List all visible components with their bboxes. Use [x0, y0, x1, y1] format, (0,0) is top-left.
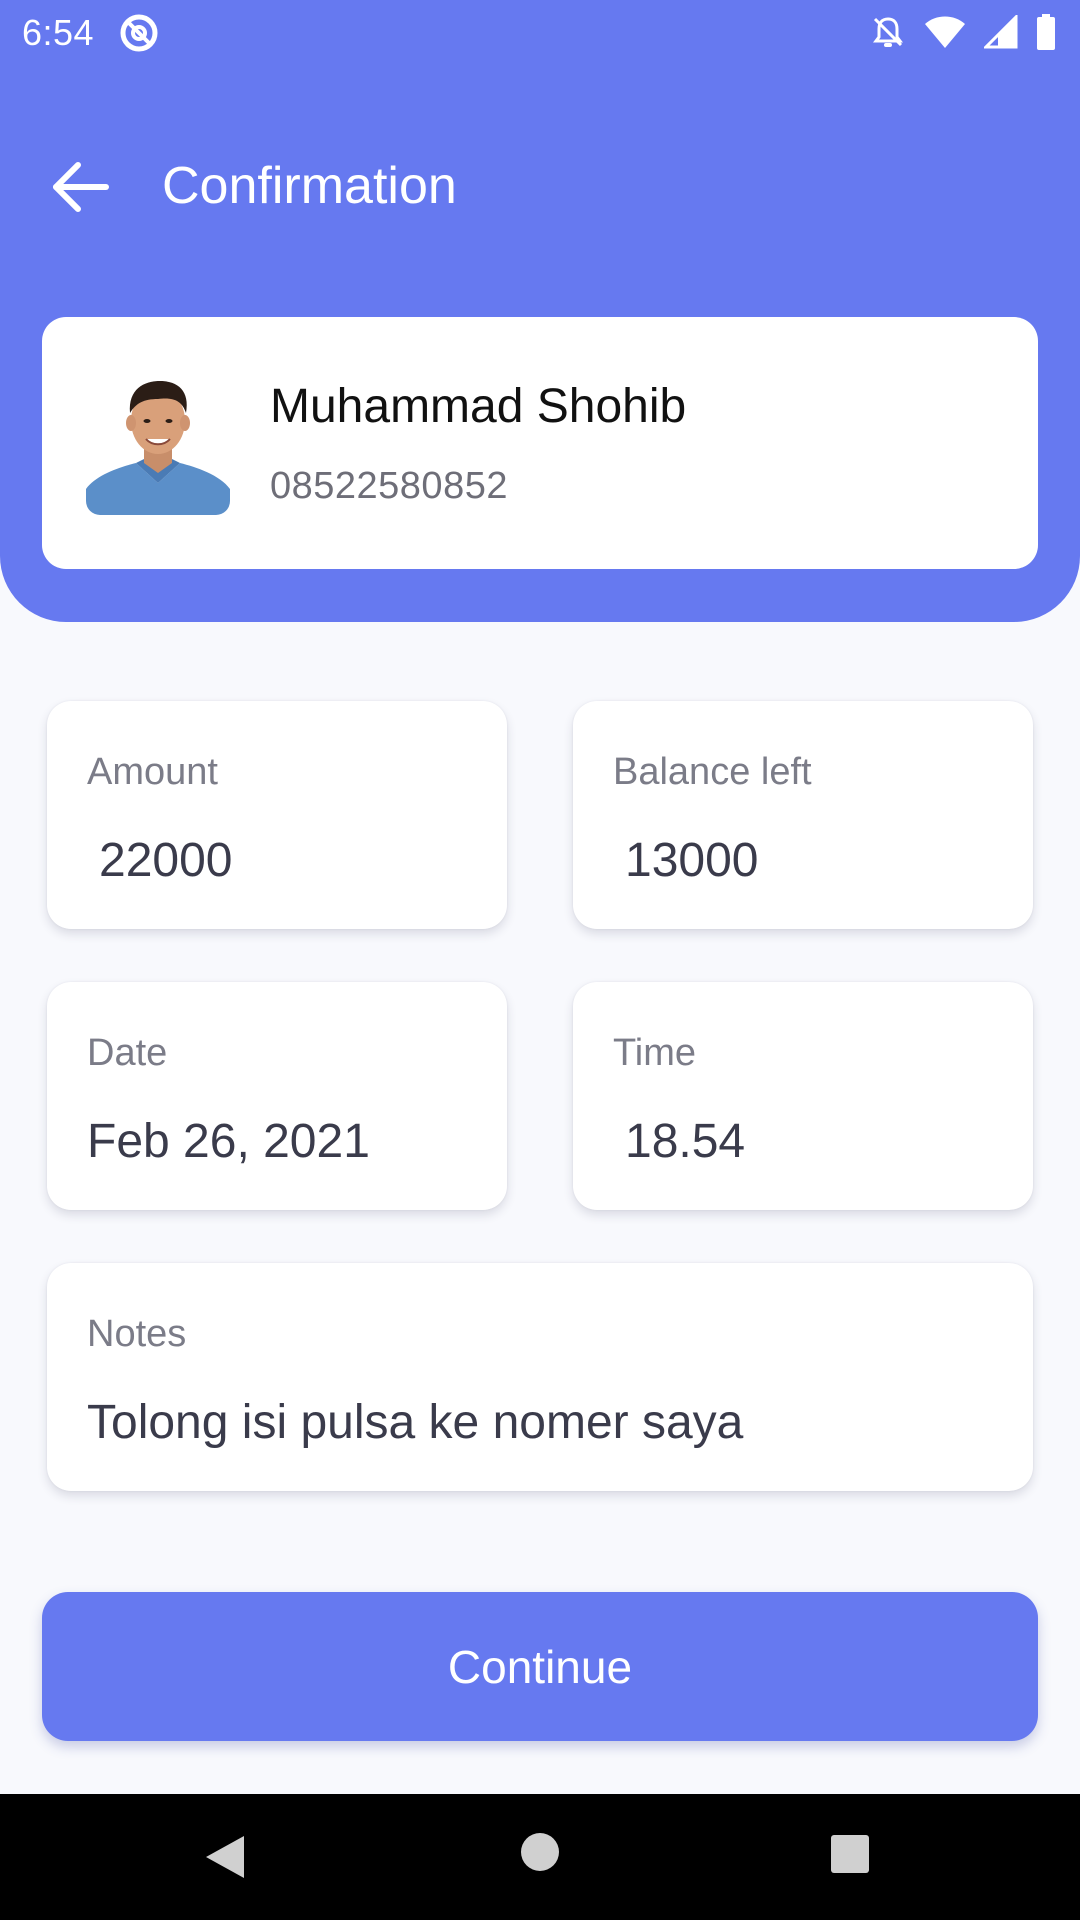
confirmation-screen: 6:54 Confirmation Muhammad Shohib 085225…: [0, 0, 1080, 1920]
date-card: Date Feb 26, 2021: [47, 982, 507, 1210]
time-label: Time: [613, 1032, 697, 1074]
page-title: Confirmation: [162, 157, 457, 215]
status-time: 6:54: [22, 12, 95, 53]
balance-left-label: Balance left: [613, 751, 812, 793]
continue-button[interactable]: Continue: [42, 1592, 1038, 1741]
balance-left-value: 13000: [625, 834, 759, 887]
contact-name: Muhammad Shohib: [270, 380, 687, 433]
time-value: 18.54: [625, 1115, 746, 1168]
signal-icon: [984, 15, 1018, 49]
balance-left-card: Balance left 13000: [573, 701, 1033, 929]
nav-home-icon[interactable]: [520, 1832, 560, 1872]
notifications-off-icon: [873, 17, 903, 47]
notes-label: Notes: [87, 1313, 187, 1355]
wifi-icon: [925, 16, 965, 48]
amount-card: Amount 22000: [47, 701, 507, 929]
contact-phone: 08522580852: [270, 465, 508, 507]
avatar: [86, 371, 230, 515]
amount-value: 22000: [99, 834, 233, 887]
status-icons: [870, 12, 1056, 52]
arrow-left-icon: [53, 162, 109, 212]
nav-recents-icon[interactable]: [830, 1834, 870, 1874]
navigation-bar: [0, 1794, 1080, 1920]
notes-card: Notes Tolong isi pulsa ke nomer saya: [47, 1263, 1033, 1491]
do-not-disturb-icon: [120, 14, 158, 52]
amount-label: Amount: [87, 751, 218, 793]
notes-value: Tolong isi pulsa ke nomer saya: [87, 1396, 744, 1449]
status-bar: 6:54: [0, 0, 1080, 64]
date-label: Date: [87, 1032, 168, 1074]
back-button[interactable]: [46, 152, 116, 222]
battery-icon: [1037, 14, 1055, 50]
date-value: Feb 26, 2021: [87, 1115, 370, 1168]
contact-card: Muhammad Shohib 08522580852: [42, 317, 1038, 569]
nav-back-icon[interactable]: [200, 1832, 250, 1882]
time-card: Time 18.54: [573, 982, 1033, 1210]
